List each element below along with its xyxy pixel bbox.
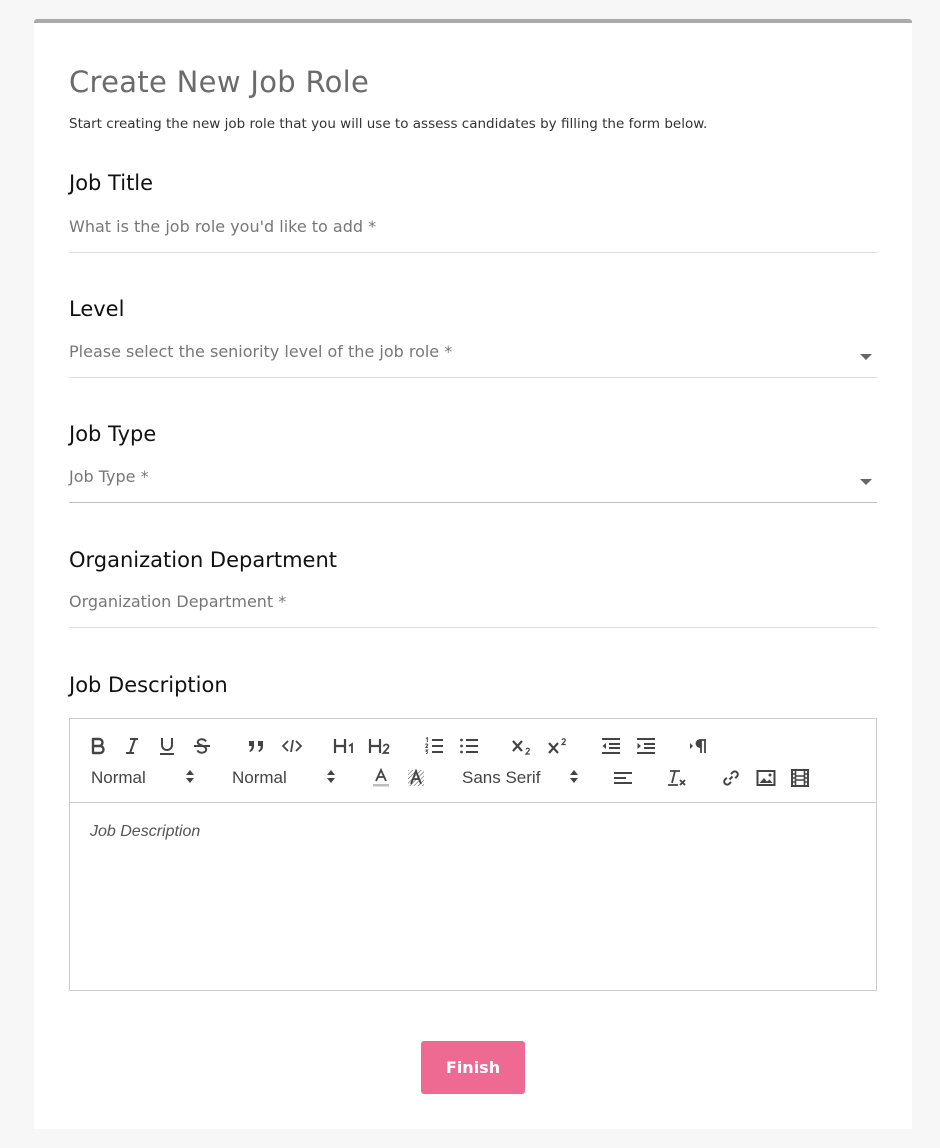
text-color-icon[interactable] xyxy=(370,766,392,790)
size-picker-label: Normal xyxy=(232,768,287,787)
form-card: Create New Job Role Start creating the n… xyxy=(34,19,912,1129)
job-title-heading: Job Title xyxy=(69,171,154,195)
image-icon[interactable] xyxy=(755,766,777,790)
page-title: Create New Job Role xyxy=(69,65,370,99)
level-placeholder: Please select the seniority level of the… xyxy=(69,342,453,361)
job-title-input[interactable]: What is the job role you'd like to add * xyxy=(69,201,877,253)
header-1-icon[interactable] xyxy=(332,734,358,758)
job-type-placeholder: Job Type * xyxy=(69,467,149,486)
strike-icon[interactable] xyxy=(192,734,212,758)
bold-icon[interactable] xyxy=(88,734,108,758)
picker-arrows-icon xyxy=(570,770,578,783)
level-heading: Level xyxy=(69,297,125,321)
outdent-icon[interactable] xyxy=(600,734,622,758)
page-subtitle: Start creating the new job role that you… xyxy=(69,116,708,132)
header-picker-label: Normal xyxy=(91,768,146,787)
video-icon[interactable] xyxy=(789,766,811,790)
finish-button[interactable]: Finish xyxy=(421,1041,525,1094)
description-placeholder: Job Description xyxy=(90,823,201,840)
picker-arrows-icon xyxy=(186,770,194,783)
job-type-heading: Job Type xyxy=(69,422,157,446)
background-color-icon[interactable] xyxy=(405,766,427,790)
bullet-list-icon[interactable] xyxy=(458,734,480,758)
clear-format-icon[interactable] xyxy=(666,766,688,790)
header-picker[interactable]: Normal xyxy=(91,766,196,790)
job-type-select[interactable]: Job Type * xyxy=(69,451,877,503)
indent-icon[interactable] xyxy=(635,734,657,758)
rich-text-editor: Normal Normal Sans Serif Job Description xyxy=(69,718,877,991)
department-heading: Organization Department xyxy=(69,548,338,572)
header-2-icon[interactable] xyxy=(367,734,393,758)
text-direction-icon[interactable] xyxy=(688,734,710,758)
font-picker-label: Sans Serif xyxy=(462,768,541,787)
level-select[interactable]: Please select the seniority level of the… xyxy=(69,326,877,378)
subscript-icon[interactable] xyxy=(510,734,534,758)
align-icon[interactable] xyxy=(612,766,634,790)
job-title-placeholder: What is the job role you'd like to add * xyxy=(69,217,377,236)
italic-icon[interactable] xyxy=(122,734,142,758)
picker-arrows-icon xyxy=(327,770,335,783)
underline-icon[interactable] xyxy=(157,734,177,758)
size-picker[interactable]: Normal xyxy=(232,766,337,790)
blockquote-icon[interactable] xyxy=(245,734,267,758)
chevron-down-icon xyxy=(860,479,872,485)
font-picker[interactable]: Sans Serif xyxy=(462,766,582,790)
description-heading: Job Description xyxy=(69,673,228,697)
department-input[interactable]: Organization Department * xyxy=(69,576,877,628)
code-block-icon[interactable] xyxy=(280,734,304,758)
description-editor-input[interactable]: Job Description xyxy=(70,803,876,990)
chevron-down-icon xyxy=(860,354,872,360)
superscript-icon[interactable] xyxy=(546,734,570,758)
editor-toolbar: Normal Normal Sans Serif xyxy=(70,719,876,803)
ordered-list-icon[interactable] xyxy=(423,734,445,758)
department-placeholder: Organization Department * xyxy=(69,592,287,611)
link-icon[interactable] xyxy=(720,766,742,790)
